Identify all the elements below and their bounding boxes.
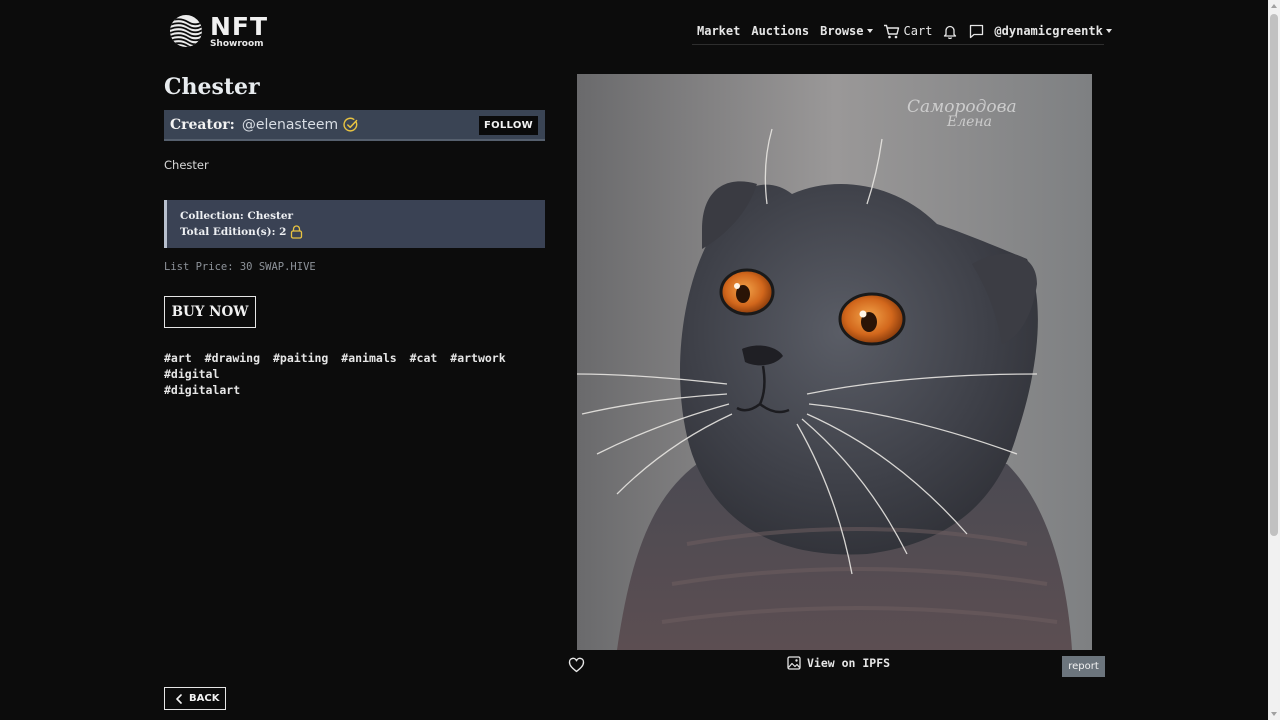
tag-link[interactable]: #drawing: [205, 351, 260, 365]
ipfs-label: View on IPFS: [807, 656, 891, 670]
report-button[interactable]: report: [1062, 656, 1105, 677]
chevron-left-icon: [176, 693, 182, 704]
chat-icon: [970, 24, 984, 38]
creator-label: Creator:: [170, 116, 235, 133]
list-price: List Price: 30 SWAP.HIVE: [164, 261, 316, 273]
tag-link[interactable]: #paiting: [273, 351, 328, 365]
verified-check-icon: [343, 117, 358, 132]
nav-market[interactable]: Market: [697, 24, 740, 38]
tag-link[interactable]: #cat: [410, 351, 438, 365]
collection-line: Collection: Chester: [180, 210, 294, 222]
logo-nft: NFT: [209, 11, 268, 41]
image-icon: [787, 656, 801, 670]
chevron-down-icon: [1105, 29, 1112, 33]
follow-button[interactable]: FOLLOW: [478, 116, 538, 135]
nav-cart[interactable]: Cart: [883, 24, 933, 39]
creator-bar: Creator: @elenasteem FOLLOW: [164, 110, 545, 141]
tag-link[interactable]: #digitalart: [164, 383, 240, 397]
logo-text: NFT Showroom: [210, 14, 268, 49]
collection-info-box: Collection: Chester Total Edition(s): 2: [164, 200, 545, 248]
nav-cart-label: Cart: [903, 24, 933, 38]
nft-title: Chester: [164, 74, 260, 100]
tag-list: #art #drawing #paiting #animals #cat #ar…: [164, 350, 524, 398]
nav-user-menu[interactable]: @dynamicgreentk: [994, 24, 1112, 38]
nav-browse-label: Browse: [820, 24, 864, 38]
scroll-up-arrow[interactable]: [1271, 4, 1277, 8]
lock-icon: [291, 225, 303, 239]
tag-link[interactable]: #art: [164, 351, 192, 365]
logo-subtext: Showroom: [209, 38, 264, 49]
back-button[interactable]: BACK: [164, 687, 226, 710]
top-nav: Market Auctions Browse Cart @dynamicgree…: [692, 18, 1112, 45]
logo[interactable]: NFT Showroom: [168, 12, 268, 50]
cart-icon: [883, 24, 899, 38]
tag-link[interactable]: #artwork: [450, 351, 505, 365]
chevron-down-icon: [866, 29, 873, 33]
creator-name-link[interactable]: @elenasteem: [242, 117, 338, 133]
heart-icon[interactable]: [568, 657, 585, 673]
nav-auctions[interactable]: Auctions: [751, 24, 809, 38]
scroll-down-arrow[interactable]: [1271, 712, 1277, 716]
striped-globe-icon: [169, 15, 202, 47]
page: NFT Showroom Market Auctions Browse Cart: [0, 0, 1280, 720]
tag-link[interactable]: #animals: [341, 351, 396, 365]
editions-row: Total Edition(s): 2: [180, 224, 545, 240]
cat-painting: Самородова Елена: [577, 74, 1092, 650]
page-scrollbar[interactable]: [1268, 0, 1280, 720]
editions-line: Total Edition(s): 2: [180, 226, 287, 238]
view-on-ipfs-link[interactable]: View on IPFS: [787, 656, 890, 670]
tag-link[interactable]: #digital: [164, 367, 219, 381]
bell-icon: [944, 25, 957, 39]
buy-now-button[interactable]: BUY NOW: [164, 296, 256, 328]
nav-browse[interactable]: Browse: [820, 24, 873, 38]
back-label: BACK: [189, 693, 220, 704]
nft-description: Chester: [164, 158, 209, 172]
nav-user-label: @dynamicgreentk: [994, 24, 1103, 38]
nav-notifications[interactable]: [943, 24, 957, 39]
nav-messages[interactable]: [969, 24, 984, 39]
scrollbar-thumb[interactable]: [1270, 14, 1278, 536]
artist-signature: Елена: [946, 114, 992, 130]
nft-artwork[interactable]: Самородова Елена: [577, 74, 1092, 650]
